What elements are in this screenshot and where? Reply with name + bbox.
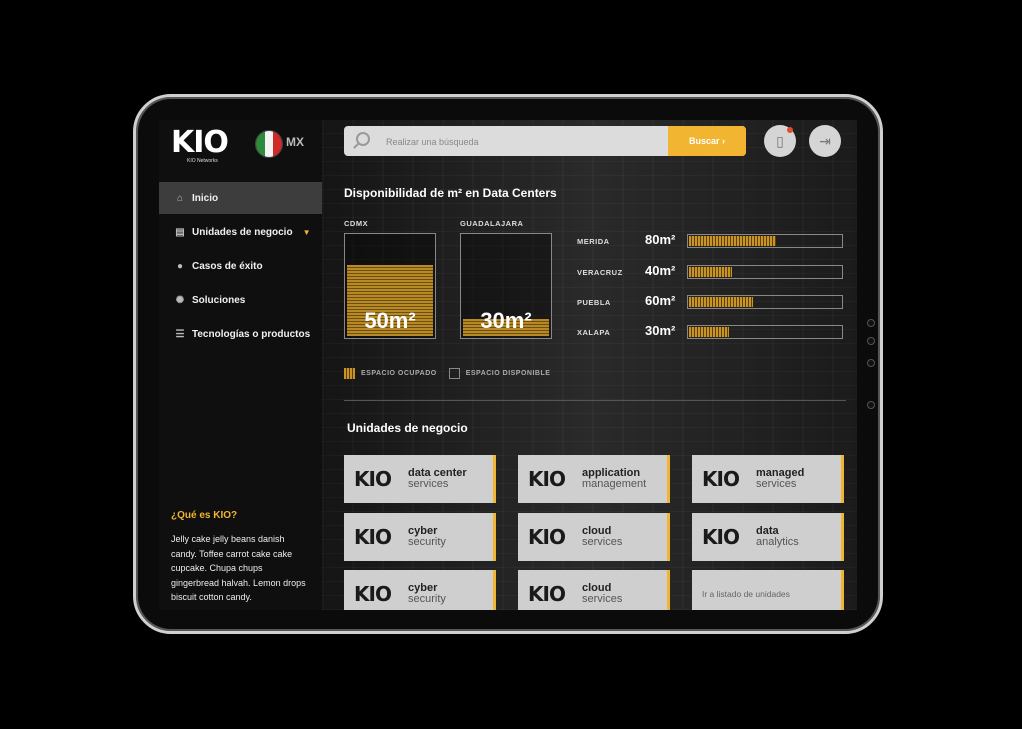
available-value: 50m² — [364, 308, 416, 333]
city-label: VERACRUZ — [577, 268, 623, 277]
search-bar: Buscar › — [344, 126, 746, 156]
available-value: 80m² — [645, 232, 676, 247]
logout-button[interactable]: ⇥ — [809, 125, 841, 157]
sidebar-item-label: Unidades de negocio — [192, 226, 293, 238]
main-content: Buscar › ▯ ⇥ Disponibilidad de m² en Dat… — [322, 120, 857, 610]
city-label: XALAPA — [577, 328, 611, 337]
available-value: 40m² — [645, 263, 676, 278]
sidebar-nav: ⌂ Inicio ▤ Unidades de negocio ▼ ● Casos… — [159, 182, 322, 352]
occupied-fill — [689, 297, 754, 307]
search-icon — [356, 132, 370, 146]
business-unit-card[interactable]: KIO cyber security — [344, 513, 496, 561]
mexico-flag-icon[interactable] — [255, 130, 283, 158]
sidebar-item-label: Casos de éxito — [192, 260, 263, 272]
sidebar-item-label: Tecnologías o productos — [192, 328, 311, 340]
side-button — [867, 401, 875, 409]
available-value: 30m² — [480, 308, 532, 333]
availability-legend: ESPACIO OCUPADO ESPACIO DISPONIBLE — [344, 368, 550, 379]
occupied-fill — [689, 267, 732, 277]
server-icon: ▤ — [175, 226, 185, 238]
divider — [344, 400, 846, 401]
notification-badge — [787, 127, 793, 133]
business-unit-card[interactable]: KIO cloud services — [518, 570, 670, 610]
available-value: 30m² — [645, 323, 676, 338]
side-button — [867, 337, 875, 345]
legend-available-label: ESPACIO DISPONIBLE — [465, 370, 551, 377]
card-subtitle: services — [408, 478, 449, 490]
units-list-link-label: Ir a listado de unidades — [702, 589, 790, 599]
lightbulb-icon: ✺ — [175, 294, 185, 306]
city-label: MERIDA — [577, 237, 610, 246]
kio-card-logo: KIO — [354, 582, 392, 606]
document-icon: ▯ — [776, 132, 784, 149]
city-label: CDMX — [344, 219, 369, 228]
kio-card-logo: KIO — [702, 467, 740, 491]
business-unit-card[interactable]: KIO data analytics — [692, 513, 844, 561]
apple-icon: ● — [176, 260, 184, 272]
about-text: Jelly cake jelly beans danish candy. Tof… — [171, 534, 306, 602]
business-unit-card[interactable]: KIO managed services — [692, 455, 844, 503]
sidebar-item-tecnologias[interactable]: ☰ Tecnologías o productos — [159, 318, 322, 350]
capacity-row-puebla: PUEBLA 60m² — [577, 293, 845, 309]
notifications-button[interactable]: ▯ — [764, 125, 796, 157]
legend-occupied-swatch — [344, 368, 355, 379]
legend-available-swatch — [448, 368, 460, 379]
list-icon: ☰ — [175, 328, 185, 340]
capacity-bar — [687, 325, 843, 339]
logo-text: KIO — [171, 125, 229, 160]
logout-icon: ⇥ — [819, 132, 831, 149]
sidebar-item-casos[interactable]: ● Casos de éxito — [159, 250, 322, 282]
city-label: PUEBLA — [577, 298, 611, 307]
card-subtitle: services — [582, 593, 623, 605]
business-units-title: Unidades de negocio — [347, 421, 468, 435]
kio-card-logo: KIO — [702, 525, 740, 549]
card-subtitle: security — [408, 593, 446, 605]
kio-logo[interactable]: KIO KIO Networks — [171, 128, 231, 168]
business-unit-card[interactable]: KIO cyber security — [344, 570, 496, 610]
kio-card-logo: KIO — [354, 467, 392, 491]
capacity-box-guadalajara: 30m² — [460, 233, 552, 339]
sidebar-item-soluciones[interactable]: ✺ Soluciones — [159, 284, 322, 316]
country-code[interactable]: MX — [286, 135, 304, 149]
occupied-fill — [689, 327, 729, 337]
sidebar-item-inicio[interactable]: ⌂ Inicio — [159, 182, 322, 214]
occupied-fill — [689, 236, 777, 246]
capacity-row-xalapa: XALAPA 30m² — [577, 323, 845, 339]
available-value: 60m² — [645, 293, 676, 308]
legend-occupied-label: ESPACIO OCUPADO — [361, 370, 437, 377]
side-button — [867, 359, 875, 367]
business-unit-card[interactable]: KIO cloud services — [518, 513, 670, 561]
capacity-bar — [687, 295, 843, 309]
sidebar-item-label: Inicio — [192, 192, 219, 204]
availability-title: Disponibilidad de m² en Data Centers — [344, 186, 557, 200]
sidebar: KIO KIO Networks MX ⌂ Inicio ▤ Unidades … — [159, 120, 322, 610]
units-list-link[interactable]: Ir a listado de unidades — [692, 570, 844, 610]
card-subtitle: services — [756, 478, 797, 490]
city-label: GUADALAJARA — [460, 219, 524, 228]
card-subtitle: analytics — [756, 536, 799, 548]
card-subtitle: management — [582, 478, 647, 490]
kio-card-logo: KIO — [528, 582, 566, 606]
side-button — [867, 319, 875, 327]
about-title[interactable]: ¿Qué es KIO? — [171, 510, 237, 521]
home-icon: ⌂ — [176, 192, 184, 204]
capacity-row-merida: MERIDA 80m² — [577, 232, 845, 248]
app-screen: KIO KIO Networks MX ⌂ Inicio ▤ Unidades … — [159, 120, 857, 610]
chevron-down-icon: ▼ — [302, 227, 311, 237]
card-subtitle: security — [408, 536, 446, 548]
sidebar-item-unidades[interactable]: ▤ Unidades de negocio ▼ — [159, 216, 322, 248]
capacity-bar — [687, 234, 843, 248]
business-unit-card[interactable]: KIO data center services — [344, 455, 496, 503]
sidebar-item-label: Soluciones — [192, 294, 246, 306]
search-button[interactable]: Buscar › — [668, 126, 746, 156]
kio-card-logo: KIO — [528, 525, 566, 549]
kio-card-logo: KIO — [354, 525, 392, 549]
capacity-bar — [687, 265, 843, 279]
capacity-row-veracruz: VERACRUZ 40m² — [577, 263, 845, 279]
card-subtitle: services — [582, 536, 623, 548]
kio-card-logo: KIO — [528, 467, 566, 491]
business-unit-card[interactable]: KIO application management — [518, 455, 670, 503]
search-input[interactable] — [384, 133, 658, 151]
capacity-box-cdmx: 50m² — [344, 233, 436, 339]
